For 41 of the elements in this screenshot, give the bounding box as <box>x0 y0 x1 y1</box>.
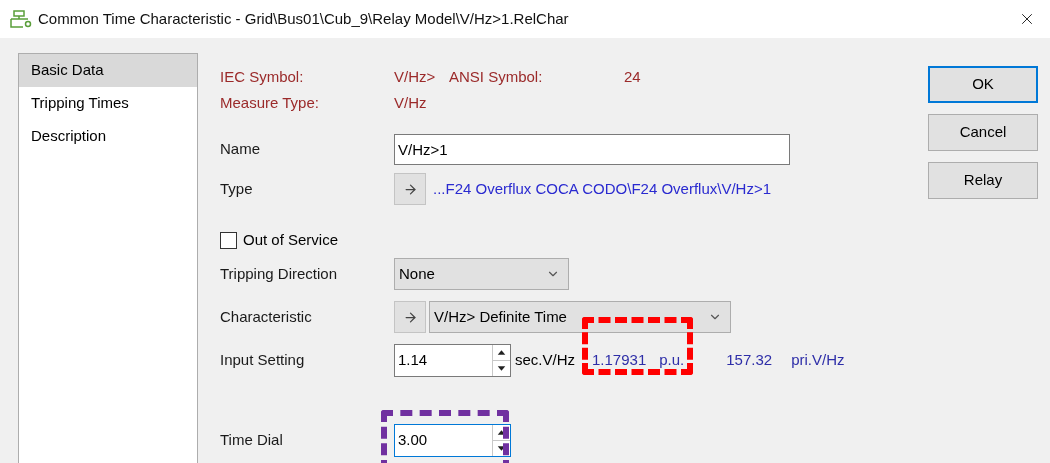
field-label: Characteristic <box>220 306 313 327</box>
checkbox[interactable] <box>220 231 237 249</box>
name-field[interactable]: V/Hz>1 <box>394 133 790 165</box>
characteristic-dropdown[interactable]: V/Hz> Definite Time <box>429 301 731 333</box>
window-title: Common Time Characteristic - Grid\Bus01\Cub_9\Relay Model\V/Hz>1.RelChar <box>38 8 569 29</box>
dropdown-value: None <box>399 263 435 284</box>
sidebar-item[interactable]: Tripping Times <box>19 87 197 120</box>
iec-symbol-label: IEC Symbol: <box>220 66 305 87</box>
unit-label: sec.V/Hz <box>515 350 575 371</box>
measure-type-value: V/Hz <box>394 92 427 113</box>
sidebar-item[interactable]: Basic Data <box>19 54 197 87</box>
spin-value: 1.14 <box>397 350 429 371</box>
type-link[interactable]: ...F24 Overflux COCA CODO\F24 Overflux\V/Hz>1 <box>433 177 771 201</box>
tripping-direction-dropdown[interactable]: None <box>394 258 569 290</box>
iec-symbol-value: V/Hz> <box>394 66 437 87</box>
jump-button[interactable] <box>394 173 426 205</box>
checkbox-label: Out of Service <box>243 229 339 250</box>
field-label: Tripping Direction <box>220 263 338 284</box>
ansi-symbol-label: ANSI Symbol: <box>449 66 544 87</box>
primary-unit: pri.V/Hz <box>791 350 845 371</box>
pu-unit: p.u. <box>659 350 685 371</box>
spin-value: 3.00 <box>397 430 429 451</box>
sidebar-item[interactable]: Description <box>19 120 197 153</box>
field-label: Type <box>220 178 254 199</box>
dialog-button[interactable]: Cancel <box>928 114 1038 151</box>
ansi-symbol-value: 24 <box>624 66 641 87</box>
field-label: Name <box>220 138 261 159</box>
pu-value: 1.17931 <box>592 350 647 371</box>
jump-button[interactable] <box>394 301 426 333</box>
field-label: Time Dial <box>220 430 284 451</box>
arrow-right-icon <box>402 309 418 325</box>
field-label: Input Setting <box>220 350 306 371</box>
arrow-right-icon <box>402 181 418 197</box>
spin-field[interactable]: 3.00 <box>394 424 511 457</box>
window-icon <box>10 10 32 28</box>
spin-field[interactable]: 1.14 <box>394 344 511 377</box>
dialog-button[interactable]: OK <box>928 66 1038 103</box>
measure-type-label: Measure Type: <box>220 92 320 113</box>
dialog-button[interactable]: Relay <box>928 162 1038 199</box>
dropdown-value: V/Hz> Definite Time <box>434 306 567 327</box>
primary-value: 157.32 <box>726 350 773 371</box>
